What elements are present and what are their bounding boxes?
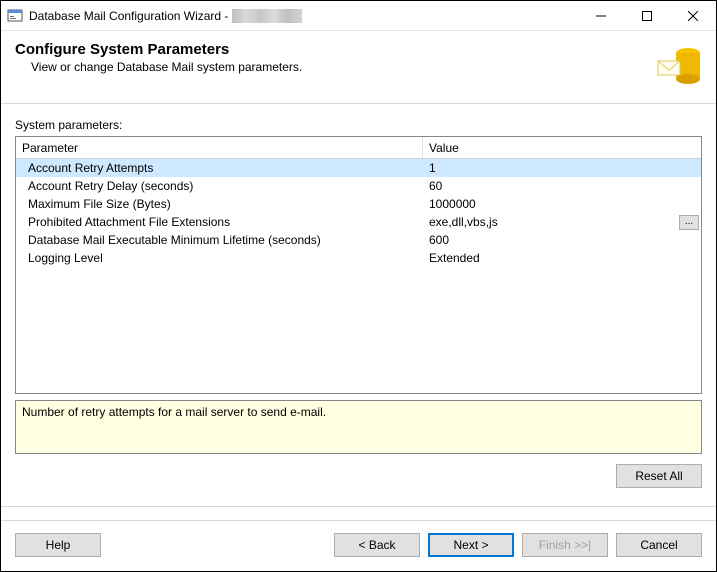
parameter-value[interactable]: 600 — [423, 233, 701, 247]
grid-body: Account Retry Attempts1Account Retry Del… — [16, 159, 701, 393]
next-button[interactable]: Next > — [428, 533, 514, 557]
minimize-button[interactable] — [578, 1, 624, 30]
page-title: Configure System Parameters — [15, 41, 648, 58]
close-button[interactable] — [670, 1, 716, 30]
system-parameters-label: System parameters: — [15, 118, 702, 132]
table-row[interactable]: Maximum File Size (Bytes)1000000 — [16, 195, 701, 213]
parameter-name: Account Retry Delay (seconds) — [16, 179, 423, 193]
app-icon — [7, 8, 23, 24]
back-button[interactable]: < Back — [334, 533, 420, 557]
window-controls — [578, 1, 716, 30]
parameter-value[interactable]: 1000000 — [423, 197, 701, 211]
cancel-button[interactable]: Cancel — [616, 533, 702, 557]
parameter-value[interactable]: Extended — [423, 251, 701, 265]
window-title-redacted — [232, 9, 302, 23]
page-subtitle: View or change Database Mail system para… — [31, 60, 648, 74]
parameter-value[interactable]: 1 — [423, 161, 701, 175]
table-row[interactable]: Database Mail Executable Minimum Lifetim… — [16, 231, 701, 249]
table-row[interactable]: Prohibited Attachment File Extensionsexe… — [16, 213, 701, 231]
parameter-name: Logging Level — [16, 251, 423, 265]
content-area: System parameters: Parameter Value Accou… — [1, 104, 716, 520]
finish-button: Finish >>| — [522, 533, 608, 557]
table-row[interactable]: Logging LevelExtended — [16, 249, 701, 267]
parameter-name: Prohibited Attachment File Extensions — [16, 215, 423, 229]
table-row[interactable]: Account Retry Delay (seconds)60 — [16, 177, 701, 195]
browse-button[interactable]: ... — [679, 215, 699, 230]
parameter-name: Database Mail Executable Minimum Lifetim… — [16, 233, 423, 247]
window-title: Database Mail Configuration Wizard - — [29, 9, 228, 23]
parameter-name: Maximum File Size (Bytes) — [16, 197, 423, 211]
parameter-description: Number of retry attempts for a mail serv… — [15, 400, 702, 454]
maximize-button[interactable] — [624, 1, 670, 30]
wizard-window: Database Mail Configuration Wizard - Con… — [0, 0, 717, 572]
parameter-name: Account Retry Attempts — [16, 161, 423, 175]
mail-server-icon — [656, 41, 702, 87]
column-header-value[interactable]: Value — [423, 137, 701, 158]
parameter-value[interactable]: 60 — [423, 179, 701, 193]
wizard-footer: Help < Back Next > Finish >>| Cancel — [1, 520, 716, 571]
table-row[interactable]: Account Retry Attempts1 — [16, 159, 701, 177]
title-bar: Database Mail Configuration Wizard - — [1, 1, 716, 31]
grid-header: Parameter Value — [16, 137, 701, 159]
reset-all-button[interactable]: Reset All — [616, 464, 702, 488]
parameter-value[interactable]: exe,dll,vbs,js... — [423, 215, 701, 230]
column-header-parameter[interactable]: Parameter — [16, 137, 423, 158]
parameters-grid[interactable]: Parameter Value Account Retry Attempts1A… — [15, 136, 702, 394]
help-button[interactable]: Help — [15, 533, 101, 557]
wizard-header: Configure System Parameters View or chan… — [1, 31, 716, 104]
